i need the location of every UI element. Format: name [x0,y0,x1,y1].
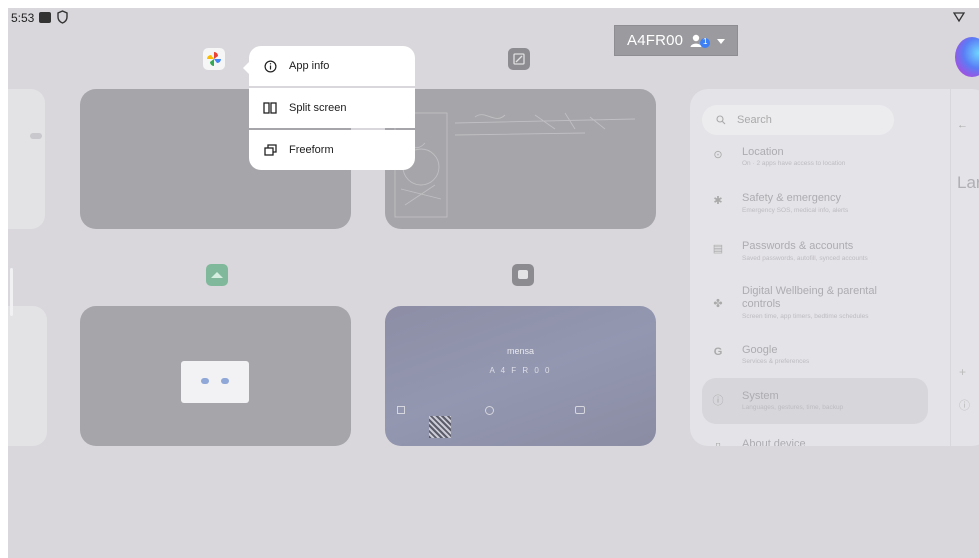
menu-item-app-info[interactable]: App info [249,46,415,86]
left-app-preview-top[interactable] [8,89,45,229]
menu-item-freeform[interactable]: Freeform [249,130,415,170]
whiteboard-sketch [394,112,636,218]
search-placeholder: Search [737,114,772,126]
notification-icon [39,12,51,23]
cast-icon [575,406,585,414]
whiteboard-app-card[interactable] [385,89,656,229]
detail-heading: Lar [957,173,979,192]
detail-plus-icon: + [959,365,967,379]
menu-label-split-screen: Split screen [289,102,347,114]
app-context-menu: App info Split screen Freeform [243,46,415,170]
download-icon [397,406,405,414]
search-icon [716,115,726,125]
wifi-icon [953,12,965,23]
mensa-app-card[interactable]: mensa A 4 F R 0 0 [385,306,656,446]
mensa-icon[interactable] [512,264,534,286]
user-icon: 1 [689,33,711,49]
system-info-icon: ⓘ [712,395,724,407]
freeform-icon [263,143,277,157]
photos-icon[interactable] [203,48,225,70]
recents-overview: 5:53 mensa A 4 F R 0 0 A4FR00 1 Search ⊙… [8,8,979,558]
mensa-title: mensa [506,346,534,356]
google-icon: G [713,346,723,358]
scroll-handle[interactable] [10,268,13,316]
link-icon [485,406,494,415]
detail-info-icon: ⓘ [959,400,970,412]
drive-preview-dialog [181,361,249,403]
user-count-badge: 1 [703,36,708,46]
drive-icon[interactable] [206,264,228,286]
assistant-orb-icon[interactable] [955,37,979,77]
cloud-icon [201,378,209,384]
cloud-icon [221,378,229,384]
mensa-room-code: A 4 F R 0 0 [489,366,552,375]
toggle-icon [30,133,42,139]
drive-app-card[interactable] [80,306,351,446]
location-icon: ⊙ [713,149,723,161]
menu-item-split-screen[interactable]: Split screen [249,88,415,128]
shield-icon [57,10,68,24]
split-screen-icon [263,101,277,115]
account-name: A4FR00 [627,32,684,49]
chevron-down-icon [717,39,725,44]
accounts-icon: ▤ [712,243,724,255]
settings-search-bar[interactable]: Search [702,105,894,135]
account-switcher[interactable]: A4FR00 1 [614,25,738,56]
asterisk-icon: ✱ [713,195,723,207]
menu-label-freeform: Freeform [289,144,334,156]
info-icon [263,59,277,73]
settings-app-card[interactable]: Search ⊙ Location On · 2 apps have acces… [690,89,979,446]
status-bar: 5:53 [8,8,979,28]
qr-code [429,416,451,438]
whiteboard-icon[interactable] [508,48,530,70]
menu-label-app-info: App info [289,60,330,72]
phone-icon: ▯ [712,440,724,446]
status-time: 5:53 [11,11,35,25]
left-app-preview-bottom[interactable] [8,268,47,446]
settings-detail-pane: ← Lar + ⓘ [950,89,979,446]
back-arrow-icon[interactable]: ← [957,119,968,131]
wellbeing-icon: ✤ [713,298,723,310]
